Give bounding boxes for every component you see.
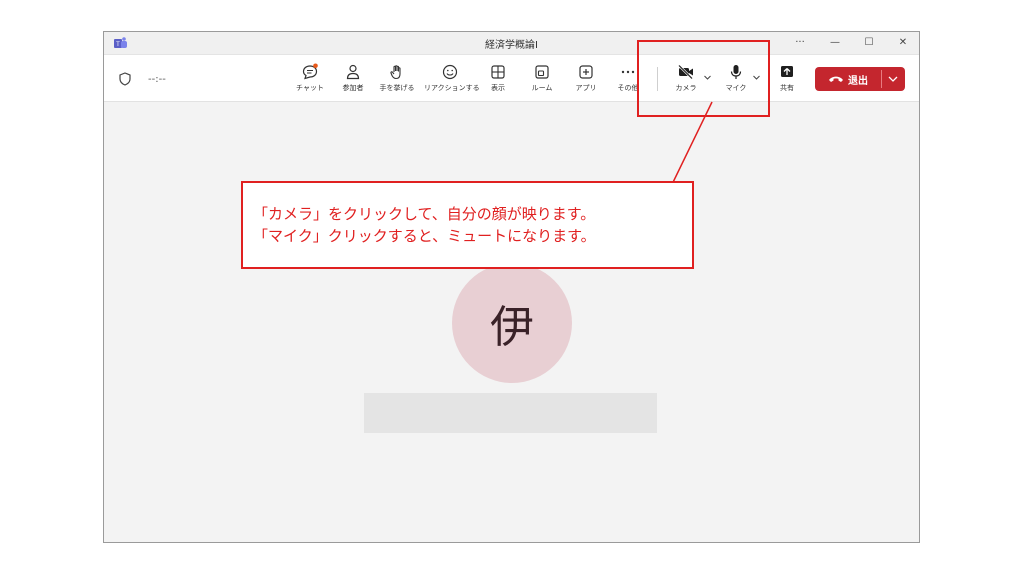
ellipsis-icon xyxy=(621,70,635,74)
minimize-button[interactable]: — xyxy=(822,34,848,52)
participant-avatar: 伊 xyxy=(452,263,572,383)
chat-icon xyxy=(302,63,318,80)
meeting-timer: --:-- xyxy=(148,74,166,85)
raise-hand-button[interactable]: 手を挙げる xyxy=(375,63,419,97)
hang-up-icon xyxy=(829,76,843,82)
rooms-label: ルーム xyxy=(531,84,553,92)
maximize-button[interactable]: ☐ xyxy=(856,34,882,52)
apps-button[interactable]: アプリ xyxy=(564,63,608,97)
participants-label: 参加者 xyxy=(342,84,364,92)
share-screen-icon xyxy=(781,66,793,77)
chat-label: チャット xyxy=(296,84,324,92)
leave-divider xyxy=(881,70,882,88)
leave-button-group: 退出 xyxy=(815,67,905,91)
leave-label: 退出 xyxy=(848,75,868,87)
person-icon xyxy=(346,64,360,80)
more-options-button[interactable]: ··· xyxy=(787,34,813,52)
callout-line-camera: 「カメラ」をクリックして、自分の顔が映ります。 xyxy=(253,205,596,223)
raise-hand-label: 手を挙げる xyxy=(379,84,415,92)
reactions-label: リアクションする xyxy=(424,84,480,92)
meeting-stage: 伊 xyxy=(104,102,919,542)
grid-icon xyxy=(491,65,505,79)
meeting-toolbar: --:-- チャット 参加者 手を挙げる リアクションする 表示 ルーム アプリ… xyxy=(104,55,919,102)
teams-meeting-window: T 経済学概論Ⅰ ··· — ☐ ✕ --:-- チャット 参加者 手を挙げる … xyxy=(103,31,920,543)
rooms-icon xyxy=(535,65,549,79)
view-label: 表示 xyxy=(491,84,505,92)
participant-name-bar xyxy=(364,393,657,433)
instruction-callout: 「カメラ」をクリックして、自分の顔が映ります。 「マイク」クリックすると、ミュー… xyxy=(241,181,694,269)
share-button[interactable]: 共有 xyxy=(765,63,809,97)
shield-icon xyxy=(119,72,131,86)
rooms-button[interactable]: ルーム xyxy=(520,63,564,97)
chat-button[interactable]: チャット xyxy=(288,63,332,97)
title-bar: T 経済学概論Ⅰ ··· — ☐ ✕ xyxy=(104,32,919,55)
share-label: 共有 xyxy=(780,84,794,92)
hand-icon xyxy=(390,65,401,80)
apps-label: アプリ xyxy=(575,84,597,92)
leave-options-chevron-icon[interactable] xyxy=(885,71,901,87)
callout-line-mic: 「マイク」クリックすると、ミュートになります。 xyxy=(253,227,596,245)
add-app-icon xyxy=(579,65,593,79)
smiley-icon xyxy=(442,64,458,80)
camera-mic-highlight-box xyxy=(637,40,770,117)
reactions-button[interactable]: リアクションする xyxy=(424,63,480,97)
leave-button[interactable]: 退出 xyxy=(815,67,881,91)
view-button[interactable]: 表示 xyxy=(476,63,520,97)
participants-button[interactable]: 参加者 xyxy=(331,63,375,97)
close-button[interactable]: ✕ xyxy=(890,34,916,52)
